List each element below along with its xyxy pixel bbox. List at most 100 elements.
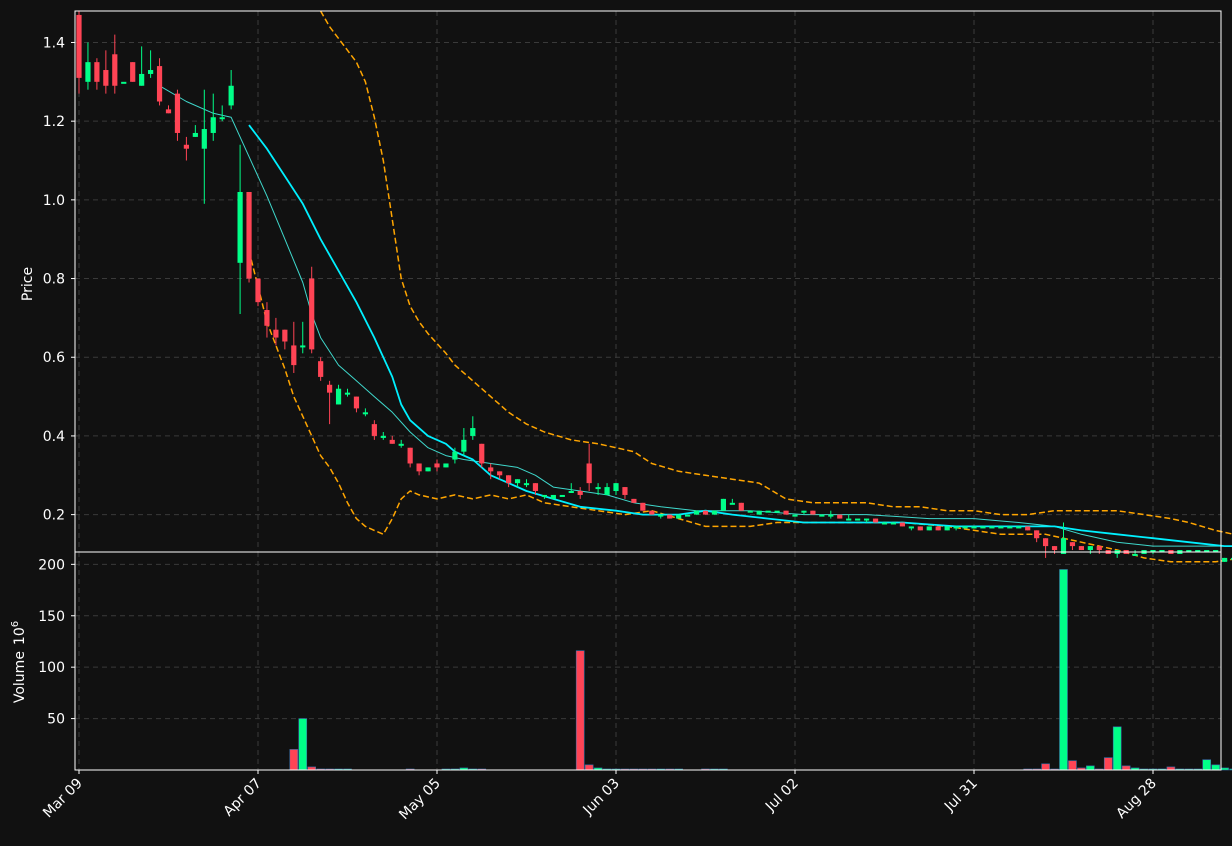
candle bbox=[246, 191, 252, 283]
candle-body bbox=[998, 526, 1004, 529]
candle bbox=[255, 278, 261, 307]
candle-body bbox=[192, 132, 198, 137]
candle-body bbox=[926, 526, 932, 531]
volume-tick-label: 200 bbox=[38, 557, 65, 573]
candle-body bbox=[335, 388, 342, 405]
candle-body bbox=[855, 518, 861, 521]
volume-bar bbox=[1121, 765, 1131, 771]
candle bbox=[1025, 526, 1031, 531]
candle bbox=[640, 502, 646, 511]
candle-body bbox=[461, 439, 467, 452]
candle bbox=[890, 522, 897, 525]
volume-bar bbox=[1211, 764, 1220, 771]
candle-body bbox=[318, 361, 324, 377]
candle bbox=[792, 514, 798, 517]
candle-body bbox=[908, 526, 914, 529]
candle-body bbox=[416, 463, 422, 472]
volume-axis-label-power: 6 bbox=[10, 621, 21, 627]
candle-body bbox=[130, 62, 136, 82]
volume-bar bbox=[1068, 760, 1077, 771]
candle-body bbox=[514, 479, 521, 484]
candle-body bbox=[693, 510, 700, 515]
volume-bar bbox=[584, 764, 594, 771]
price-tick-label: 1.2 bbox=[43, 114, 65, 130]
candle-body bbox=[506, 475, 512, 484]
candle bbox=[855, 518, 861, 521]
candle-body bbox=[1096, 546, 1102, 551]
candle bbox=[309, 266, 315, 354]
candle-body bbox=[595, 487, 601, 490]
candle bbox=[121, 81, 127, 84]
candle-body bbox=[264, 310, 270, 326]
candle-body bbox=[470, 428, 476, 436]
candle-body bbox=[103, 70, 109, 86]
candle bbox=[1078, 546, 1084, 551]
candle-body bbox=[497, 471, 503, 476]
candle-body bbox=[201, 129, 207, 149]
volume-tick-label: 150 bbox=[38, 609, 65, 625]
candle bbox=[971, 526, 977, 529]
candle-body bbox=[1132, 553, 1138, 556]
candle bbox=[980, 526, 986, 529]
volume-bar bbox=[1220, 767, 1229, 771]
candle-body bbox=[523, 483, 530, 486]
candle-body bbox=[407, 447, 413, 464]
candle bbox=[1016, 526, 1022, 529]
candle bbox=[738, 502, 744, 511]
candle-body bbox=[309, 278, 315, 350]
candle bbox=[881, 522, 888, 525]
candle bbox=[774, 510, 780, 513]
candle-body bbox=[398, 443, 404, 446]
candle bbox=[693, 510, 700, 515]
candle-body bbox=[935, 526, 941, 531]
candle-body bbox=[649, 510, 655, 515]
candle bbox=[443, 463, 449, 468]
price-axis-label: Price bbox=[20, 267, 36, 301]
candle bbox=[819, 514, 825, 517]
candle-body bbox=[1069, 542, 1076, 547]
candle bbox=[837, 514, 843, 519]
candle-body bbox=[828, 514, 834, 517]
candle-body bbox=[738, 502, 744, 511]
candle-body bbox=[1034, 530, 1040, 539]
price-tick-label: 0.6 bbox=[43, 350, 65, 366]
candle-body bbox=[425, 467, 431, 472]
candle bbox=[935, 526, 941, 531]
candle-body bbox=[711, 510, 718, 515]
candle-body bbox=[434, 463, 440, 468]
candle-body bbox=[944, 526, 950, 531]
candle bbox=[550, 494, 556, 499]
candle-body bbox=[94, 62, 100, 82]
candle-body bbox=[881, 522, 888, 525]
volume-bar bbox=[1112, 726, 1122, 771]
candle bbox=[872, 518, 879, 523]
candle bbox=[747, 510, 753, 513]
candle bbox=[1007, 526, 1013, 529]
candle-body bbox=[219, 117, 225, 120]
candle-body bbox=[756, 510, 762, 515]
volume-bar bbox=[1103, 757, 1113, 771]
candle-body bbox=[344, 392, 351, 395]
candle-body bbox=[532, 483, 539, 492]
price-tick-label: 0.8 bbox=[43, 272, 65, 288]
candle-body bbox=[980, 526, 986, 529]
candle-body bbox=[452, 451, 458, 460]
candle-body bbox=[121, 81, 127, 84]
candle-body bbox=[183, 144, 189, 149]
candle-body bbox=[586, 463, 592, 484]
price-tick-label: 0.2 bbox=[43, 508, 65, 524]
candle bbox=[765, 510, 771, 513]
candle bbox=[899, 522, 905, 527]
candle-body bbox=[667, 514, 673, 519]
candle bbox=[649, 510, 655, 515]
candle-body bbox=[613, 483, 619, 492]
volume-bar bbox=[1086, 765, 1095, 771]
candle-body bbox=[747, 510, 753, 513]
candle-body bbox=[237, 191, 243, 263]
volume-tick-label: 50 bbox=[47, 712, 65, 728]
volume-tick-label: 100 bbox=[38, 660, 65, 676]
candle-body bbox=[1025, 526, 1031, 531]
candle-body bbox=[702, 510, 709, 515]
candle-body bbox=[676, 514, 682, 519]
candle-body bbox=[953, 526, 959, 529]
